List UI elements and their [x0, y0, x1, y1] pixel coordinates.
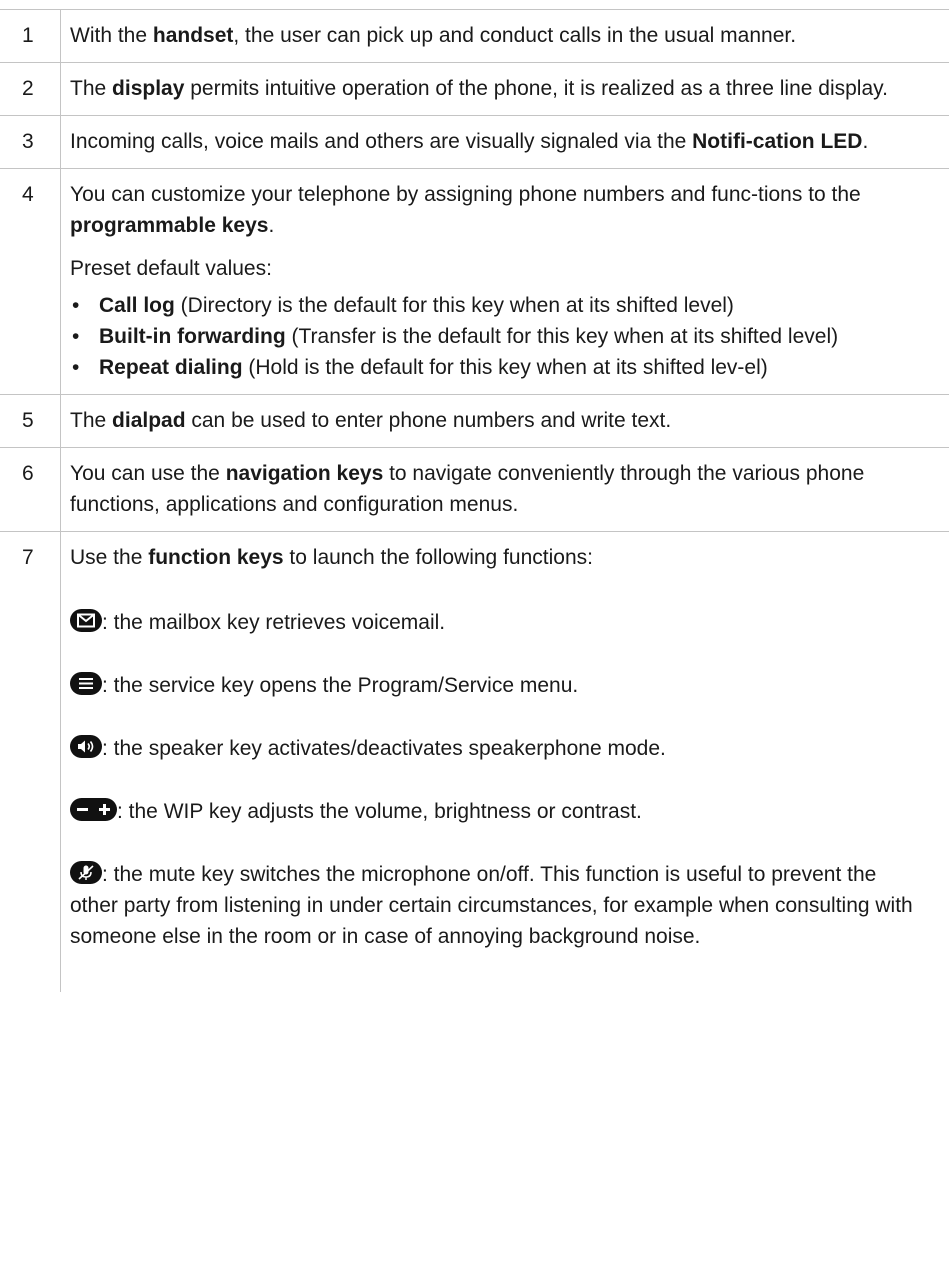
- table-row: 7 Use the function keys to launch the fo…: [0, 531, 949, 992]
- key-description-table: 1 With the handset, the user can pick up…: [0, 9, 949, 992]
- volume-minus-plus-icon: [70, 798, 117, 821]
- row-description: Use the function keys to launch the foll…: [60, 531, 949, 992]
- term-dialpad: dialpad: [112, 409, 186, 432]
- table-row: 6 You can use the navigation keys to nav…: [0, 447, 949, 532]
- preset-heading: Preset default values:: [70, 257, 272, 280]
- row-number: 1: [0, 9, 61, 63]
- list-item: Built-in forwarding (Transfer is the def…: [70, 321, 917, 352]
- row-number: 6: [0, 447, 61, 532]
- speaker-key-row: : the speaker key activates/deactivates …: [70, 733, 917, 764]
- volume-key-row: : the WIP key adjusts the volume, bright…: [70, 796, 917, 827]
- row-number: 7: [0, 531, 61, 992]
- mute-icon: [70, 861, 102, 884]
- speaker-icon: [70, 735, 102, 758]
- row-description: You can use the navigation keys to navig…: [60, 447, 949, 532]
- term-programmable-keys: programmable keys: [70, 214, 269, 237]
- row-number: 5: [0, 394, 61, 448]
- term-function-keys: function keys: [148, 546, 284, 569]
- term-handset: handset: [152, 24, 234, 47]
- mute-key-row: : the mute key switches the microphone o…: [70, 861, 913, 948]
- term-display: display: [112, 77, 185, 100]
- row-description: The display permits intuitive operation …: [60, 62, 949, 116]
- table-row: 1 With the handset, the user can pick up…: [0, 9, 949, 63]
- term-navigation-keys: navigation keys: [225, 462, 384, 485]
- service-icon: [70, 672, 102, 695]
- list-item: Call log (Directory is the default for t…: [70, 290, 917, 321]
- preset-list: Call log (Directory is the default for t…: [70, 290, 917, 383]
- row-description: With the handset, the user can pick up a…: [60, 9, 949, 63]
- row-description: The dialpad can be used to enter phone n…: [60, 394, 949, 448]
- row-number: 3: [0, 115, 61, 169]
- row-description: You can customize your telephone by assi…: [60, 168, 949, 395]
- list-item: Repeat dialing (Hold is the default for …: [70, 352, 917, 383]
- row-number: 2: [0, 62, 61, 116]
- row-description: Incoming calls, voice mails and others a…: [60, 115, 949, 169]
- table-row: 2 The display permits intuitive operatio…: [0, 62, 949, 116]
- service-key-row: : the service key opens the Program/Serv…: [70, 670, 917, 701]
- table-row: 4 You can customize your telephone by as…: [0, 168, 949, 395]
- table-row: 3 Incoming calls, voice mails and others…: [0, 115, 949, 169]
- term-notification-led: Notifi-cation LED: [692, 130, 863, 153]
- row-number: 4: [0, 168, 61, 395]
- mailbox-key-row: : the mailbox key retrieves voicemail.: [70, 607, 917, 638]
- table-row: 5 The dialpad can be used to enter phone…: [0, 394, 949, 448]
- mailbox-icon: [70, 609, 102, 632]
